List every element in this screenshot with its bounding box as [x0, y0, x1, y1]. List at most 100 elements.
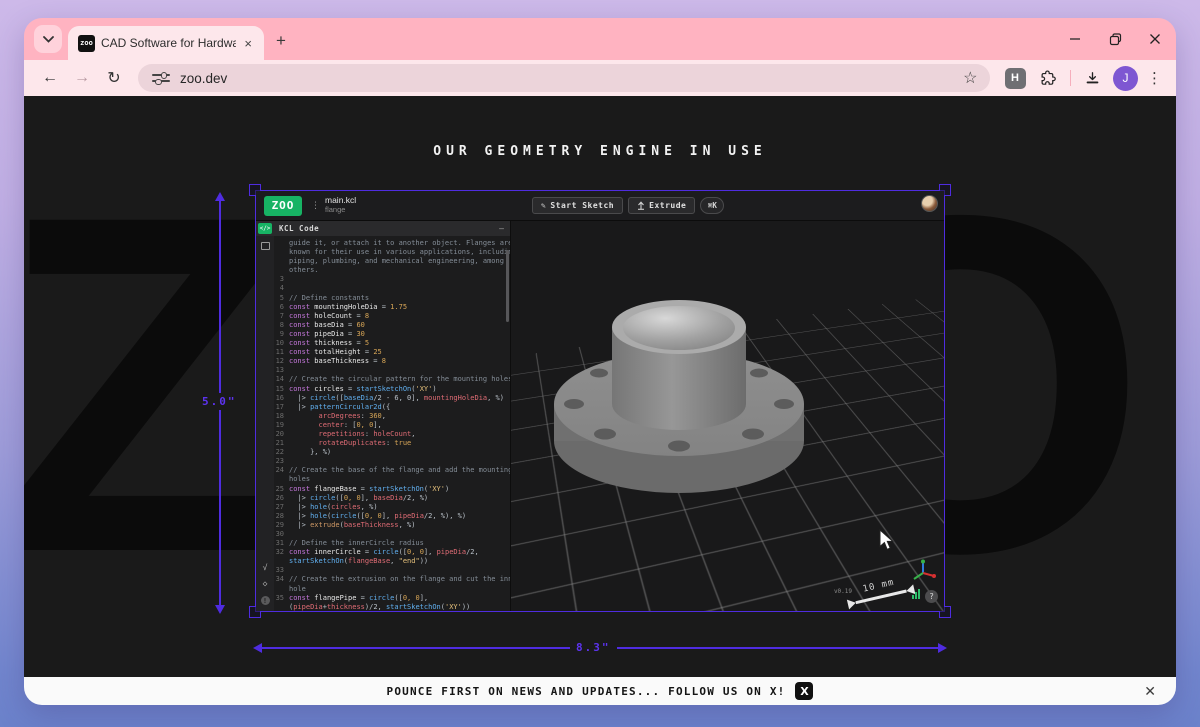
code-line[interactable]: 21 rotateDuplicates: true [274, 439, 508, 448]
code-line[interactable]: 30 [274, 530, 508, 539]
forward-button[interactable]: → [69, 65, 95, 91]
gizmo-toggle-icon[interactable]: ◇ [263, 580, 268, 588]
mouse-cursor [879, 529, 894, 551]
code-line[interactable]: 15const circles = startSketchOn('XY') [274, 385, 508, 394]
code-line[interactable]: 25const flangeBase = startSketchOn('XY') [274, 485, 508, 494]
extrude-icon [637, 201, 645, 210]
code-line[interactable]: 28 |> hole(circle([0, 0], pipeDia/2, %),… [274, 512, 508, 521]
code-line[interactable]: 17 |> patternCircular2d({ [274, 403, 508, 412]
browser-tab[interactable]: zoo CAD Software for Hardware De × [68, 26, 264, 60]
address-bar[interactable]: zoo.dev ☆ [138, 64, 990, 92]
code-line[interactable]: 35const flangePipe = circle([0, 0], [274, 594, 508, 603]
panel-minimize-icon[interactable]: — [499, 224, 504, 233]
app-actions: ✎ Start Sketch Extrude ⌘K [532, 197, 724, 214]
app-selection-frame: ZOO ⋮ main.kcl flange ✎ Start Sketch [255, 190, 945, 612]
code-line[interactable]: guide it, or attach it to another object… [274, 239, 508, 248]
code-line[interactable]: known for their use in various applicati… [274, 248, 508, 257]
tab-search-button[interactable] [34, 25, 62, 53]
minimize-icon [1069, 33, 1081, 45]
new-tab-button[interactable]: + [276, 31, 286, 51]
code-line[interactable]: 23 [274, 457, 508, 466]
code-editor[interactable]: guide it, or attach it to another object… [274, 236, 510, 611]
code-line[interactable]: 32const innerCircle = circle([0, 0], pip… [274, 548, 508, 557]
chevron-down-icon [43, 36, 54, 43]
code-line[interactable]: 22 }, %) [274, 448, 508, 457]
start-sketch-button[interactable]: ✎ Start Sketch [532, 197, 623, 214]
code-panel-title: KCL Code [279, 224, 319, 233]
code-line[interactable]: 19 center: [0, 0], [274, 421, 508, 430]
toolbar-separator [1070, 70, 1072, 86]
code-line[interactable]: 5// Define constants [274, 294, 508, 303]
url-text[interactable]: zoo.dev [180, 71, 963, 86]
code-line[interactable]: 18 arcDegrees: 360, [274, 412, 508, 421]
extension-h-button[interactable]: H [1005, 68, 1026, 89]
code-line[interactable]: 14// Create the circular pattern for the… [274, 375, 508, 384]
downloads-button[interactable] [1080, 66, 1104, 90]
flange-model[interactable] [529, 249, 829, 509]
profile-avatar[interactable]: J [1113, 66, 1138, 91]
code-line[interactable]: holes [274, 475, 508, 484]
vertical-measure-label: 5.0" [196, 393, 243, 410]
zoo-logo[interactable]: ZOO [264, 196, 302, 216]
code-line[interactable]: 3 [274, 275, 508, 284]
file-info[interactable]: main.kcl flange [325, 196, 356, 214]
extrude-button[interactable]: Extrude [628, 197, 695, 214]
tab-close-icon[interactable]: × [242, 36, 254, 51]
3d-viewport[interactable]: v0.19 10 mm ? [511, 221, 944, 611]
browser-menu-button[interactable]: ⋮ [1147, 69, 1162, 87]
command-palette-button[interactable]: ⌘K [700, 197, 724, 214]
code-line[interactable]: 24// Create the base of the flange and a… [274, 466, 508, 475]
promo-banner: POUNCE FIRST ON NEWS AND UPDATES... FOLL… [24, 677, 1176, 705]
code-panel-header[interactable]: </> KCL Code — [256, 221, 510, 236]
banner-close-icon[interactable]: ✕ [1144, 683, 1156, 700]
code-line[interactable]: 26 |> circle([0, 0], baseDia/2, %) [274, 494, 508, 503]
code-line[interactable]: hole [274, 585, 508, 594]
code-line[interactable]: 33 [274, 566, 508, 575]
app-user-avatar[interactable] [921, 195, 938, 212]
code-line[interactable]: 12const baseThickness = 8 [274, 357, 508, 366]
x-logo-icon[interactable]: X [795, 682, 813, 700]
restore-button[interactable] [1108, 32, 1122, 46]
issues-icon[interactable]: ! [261, 596, 270, 605]
code-line[interactable]: 31// Define the innerCircle radius [274, 539, 508, 548]
close-icon [1149, 33, 1161, 45]
puzzle-icon [1040, 70, 1057, 87]
code-panel-icon-strip: √ ◇ ! [256, 236, 274, 611]
code-line[interactable]: 7const holeCount = 8 [274, 312, 508, 321]
code-line[interactable]: 4 [274, 284, 508, 293]
close-window-button[interactable] [1148, 32, 1162, 46]
browser-window: zoo CAD Software for Hardware De × + ← →… [24, 18, 1176, 705]
axis-gizmo[interactable] [910, 559, 936, 585]
variables-sqrt-icon[interactable]: √ [263, 564, 268, 572]
code-scrollbar[interactable] [506, 250, 509, 322]
app-menu-dots-icon[interactable]: ⋮ [311, 201, 320, 211]
code-line[interactable]: 20 repetitions: holeCount, [274, 430, 508, 439]
zoo-favicon-icon: zoo [78, 35, 95, 52]
code-line[interactable]: piping, plumbing, and mechanical enginee… [274, 257, 508, 266]
code-line[interactable]: startSketchOn(flangeBase, "end")) [274, 557, 508, 566]
extrude-label: Extrude [649, 201, 686, 210]
bookmark-star-icon[interactable]: ☆ [963, 68, 977, 88]
banner-text: POUNCE FIRST ON NEWS AND UPDATES... FOLL… [387, 685, 786, 698]
code-line[interactable]: others. [274, 266, 508, 275]
code-line[interactable]: 8const baseDia = 60 [274, 321, 508, 330]
code-line[interactable]: 9const pipeDia = 30 [274, 330, 508, 339]
code-line[interactable]: 27 |> hole(circles, %) [274, 503, 508, 512]
site-settings-icon[interactable] [150, 71, 172, 85]
extensions-puzzle-button[interactable] [1037, 66, 1061, 90]
code-line[interactable]: 16 |> circle([baseDia/2 - 6, 0], mountin… [274, 394, 508, 403]
file-tree-icon[interactable] [261, 242, 270, 250]
code-line[interactable]: (pipeDia+thickness)/2, startSketchOn('XY… [274, 603, 508, 611]
reload-button[interactable]: ↻ [101, 65, 127, 91]
app-topbar: ZOO ⋮ main.kcl flange ✎ Start Sketch [256, 191, 944, 221]
code-line[interactable]: 34// Create the extrusion on the flange … [274, 575, 508, 584]
code-line[interactable]: 10const thickness = 5 [274, 339, 508, 348]
kcl-code-panel: </> KCL Code — √ ◇ ! [256, 221, 511, 611]
code-line[interactable]: 13 [274, 366, 508, 375]
code-line[interactable]: 29 |> extrude(baseThickness, %) [274, 521, 508, 530]
help-button[interactable]: ? [925, 590, 938, 603]
minimize-button[interactable] [1068, 32, 1082, 46]
back-button[interactable]: ← [37, 65, 63, 91]
code-line[interactable]: 6const mountingHoleDia = 1.75 [274, 303, 508, 312]
code-line[interactable]: 11const totalHeight = 25 [274, 348, 508, 357]
